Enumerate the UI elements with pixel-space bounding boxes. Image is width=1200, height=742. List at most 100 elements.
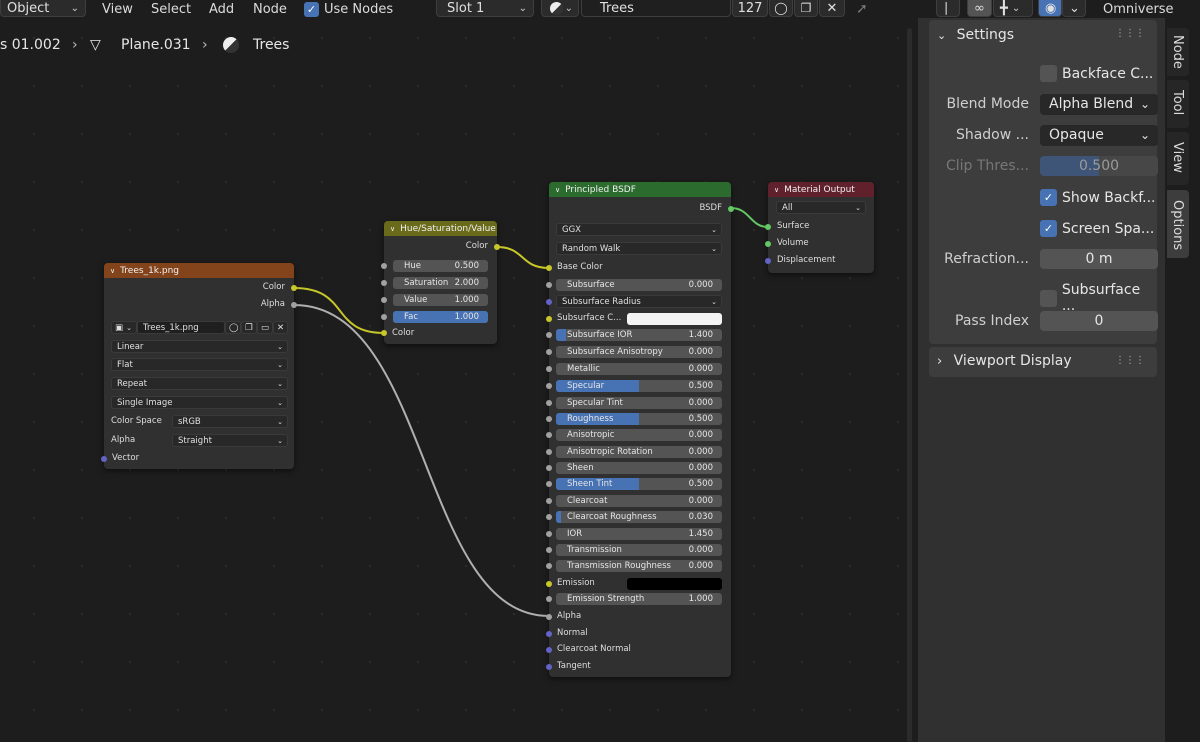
input-socket[interactable] xyxy=(546,563,552,569)
output-color-socket[interactable] xyxy=(494,244,500,250)
show-backface-toggle[interactable]: ✓ Show Backf... xyxy=(1040,189,1155,206)
chevron-down-icon[interactable]: ⌄ xyxy=(1062,0,1086,17)
input-socket[interactable] xyxy=(546,332,552,338)
input-socket[interactable] xyxy=(546,531,552,537)
blend-mode-dropdown[interactable]: Alpha Blend ⌄ xyxy=(1040,94,1158,115)
principled-bsdf-node[interactable]: ∨ Principled BSDF BSDF GGX ⌄ Random Walk ⌄… xyxy=(546,182,734,677)
input-socket[interactable] xyxy=(546,465,552,471)
output-node-header[interactable]: ∨ Material Output xyxy=(768,182,874,197)
hsv-node-header[interactable]: ∨ Hue/Saturation/Value xyxy=(384,221,497,236)
link-bsdf-to-surface[interactable] xyxy=(730,207,769,228)
snap-icon[interactable]: ∣ xyxy=(936,0,960,17)
input-socket[interactable] xyxy=(546,349,552,355)
link-image-alpha-to-bsdf-alpha[interactable] xyxy=(293,304,550,617)
input-hue-socket[interactable] xyxy=(381,263,387,269)
input-fac-socket[interactable] xyxy=(381,314,387,320)
link-hsv-to-base-color[interactable] xyxy=(496,246,550,269)
bsdf-field[interactable]: Anisotropic Rotation 0.000 xyxy=(556,446,722,458)
backface-culling-checkbox[interactable] xyxy=(1040,65,1057,82)
image-texture-node[interactable]: ∨ Trees_1k.png Color Alpha ▣ ⌄ Trees_1k.p… xyxy=(101,263,297,469)
bsdf-field[interactable]: Transmission 0.000 xyxy=(556,544,722,556)
fac-field[interactable]: Fac 1.000 xyxy=(393,311,488,323)
link-image-color-to-hsv[interactable] xyxy=(293,287,385,334)
input-subsurface-color-socket[interactable] xyxy=(546,316,552,322)
saturation-field[interactable]: Saturation 2.000 xyxy=(393,277,488,289)
tab-node[interactable]: Node xyxy=(1167,28,1189,76)
shield-icon[interactable]: ◯ xyxy=(225,321,241,334)
overlay-icon[interactable]: ◉ xyxy=(1038,0,1062,17)
input-volume-socket[interactable] xyxy=(765,241,771,247)
subsurface-translucency-checkbox[interactable] xyxy=(1040,289,1057,307)
input-socket[interactable] xyxy=(546,366,552,372)
input-normal-socket[interactable] xyxy=(546,631,552,637)
input-base-color-socket[interactable] xyxy=(546,265,552,271)
close-icon[interactable]: ✕ xyxy=(273,321,288,334)
collapse-icon[interactable]: ∨ xyxy=(110,267,115,275)
target-dropdown[interactable]: All ⌄ xyxy=(776,201,866,214)
clip-threshold-field[interactable]: 0.500 xyxy=(1040,156,1158,176)
bsdf-field[interactable]: Metallic 0.000 xyxy=(556,363,722,375)
screen-space-refraction-checkbox[interactable]: ✓ xyxy=(1040,220,1057,237)
color-space-dropdown[interactable]: sRGB ⌄ xyxy=(172,415,288,428)
drag-handle-icon[interactable]: ⋮⋮⋮ xyxy=(1115,355,1145,366)
viewport-display-header[interactable]: › Viewport Display xyxy=(937,353,1072,369)
material-output-node[interactable]: ∨ Material Output All ⌄ Surface Volume Di… xyxy=(765,182,874,273)
input-socket[interactable] xyxy=(546,282,552,288)
subsurface-translucency-toggle[interactable]: Subsurface ... xyxy=(1040,282,1157,314)
input-clearcoat-normal-socket[interactable] xyxy=(546,647,552,653)
show-backface-checkbox[interactable]: ✓ xyxy=(1040,189,1057,206)
input-socket[interactable] xyxy=(546,383,552,389)
bsdf-field[interactable]: Subsurface 0.000 xyxy=(556,279,722,291)
bsdf-field[interactable]: Transmission Roughness 0.000 xyxy=(556,560,722,572)
settings-header[interactable]: ⌄ Settings xyxy=(937,27,1014,43)
output-alpha-socket[interactable] xyxy=(291,302,297,308)
alpha-mode-dropdown[interactable]: Straight ⌄ xyxy=(172,434,288,447)
bsdf-field[interactable]: Sheen 0.000 xyxy=(556,462,722,474)
image-browse-button[interactable]: ▣ ⌄ xyxy=(111,321,137,334)
bsdf-field[interactable]: Sheen Tint 0.500 xyxy=(556,478,722,490)
subsurface-method-dropdown[interactable]: Random Walk ⌄ xyxy=(556,242,722,255)
link-icon[interactable]: ∞ xyxy=(967,0,992,17)
collapse-icon[interactable]: ∨ xyxy=(555,186,560,194)
input-socket[interactable] xyxy=(546,498,552,504)
value-field[interactable]: Value 1.000 xyxy=(393,294,488,306)
subsurface-radius-dropdown[interactable]: Subsurface Radius ⌄ xyxy=(556,295,722,308)
input-socket[interactable] xyxy=(546,449,552,455)
interpolation-dropdown[interactable]: Linear ⌄ xyxy=(111,340,288,353)
extension-dropdown[interactable]: Repeat ⌄ xyxy=(111,377,288,390)
folder-icon[interactable]: ▭ xyxy=(257,321,273,334)
input-subsurface-radius-socket[interactable] xyxy=(546,299,552,305)
viewport-display-panel[interactable]: › Viewport Display ⋮⋮⋮ xyxy=(929,347,1157,377)
input-value-socket[interactable] xyxy=(381,297,387,303)
input-displacement-socket[interactable] xyxy=(765,258,771,264)
input-tangent-socket[interactable] xyxy=(546,664,552,670)
collapse-icon[interactable]: ∨ xyxy=(774,186,779,194)
bsdf-field[interactable]: Specular 0.500 xyxy=(556,380,722,392)
bsdf-field[interactable]: Subsurface IOR 1.400 xyxy=(556,329,722,341)
input-alpha-socket[interactable] xyxy=(546,614,552,620)
input-socket[interactable] xyxy=(546,416,552,422)
collapse-icon[interactable]: ∨ xyxy=(390,225,395,233)
input-socket[interactable] xyxy=(546,596,552,602)
source-dropdown[interactable]: Single Image ⌄ xyxy=(111,396,288,409)
duplicate-icon[interactable]: ❐ xyxy=(241,321,257,334)
omniverse-label[interactable]: Omniverse xyxy=(1103,0,1174,18)
output-color-socket[interactable] xyxy=(291,285,297,291)
bsdf-field[interactable]: Specular Tint 0.000 xyxy=(556,397,722,409)
image-node-header[interactable]: ∨ Trees_1k.png xyxy=(104,263,294,278)
input-surface-socket[interactable] xyxy=(765,224,771,230)
tab-tool[interactable]: Tool xyxy=(1167,80,1189,128)
input-saturation-socket[interactable] xyxy=(381,280,387,286)
hue-field[interactable]: Hue 0.500 xyxy=(393,260,488,272)
shadow-mode-dropdown[interactable]: Opaque ⌄ xyxy=(1040,125,1158,146)
backface-culling-toggle[interactable]: Backface C... xyxy=(1040,65,1153,82)
projection-dropdown[interactable]: Flat ⌄ xyxy=(111,358,288,371)
distribution-dropdown[interactable]: GGX ⌄ xyxy=(556,223,722,236)
input-emission-socket[interactable] xyxy=(546,581,552,587)
subsurface-color-swatch[interactable] xyxy=(627,313,722,325)
bsdf-field[interactable]: Clearcoat 0.000 xyxy=(556,495,722,507)
bsdf-field[interactable]: IOR 1.450 xyxy=(556,528,722,540)
refraction-depth-field[interactable]: 0 m xyxy=(1040,249,1158,269)
bsdf-field[interactable]: Anisotropic 0.000 xyxy=(556,429,722,441)
input-socket[interactable] xyxy=(546,514,552,520)
